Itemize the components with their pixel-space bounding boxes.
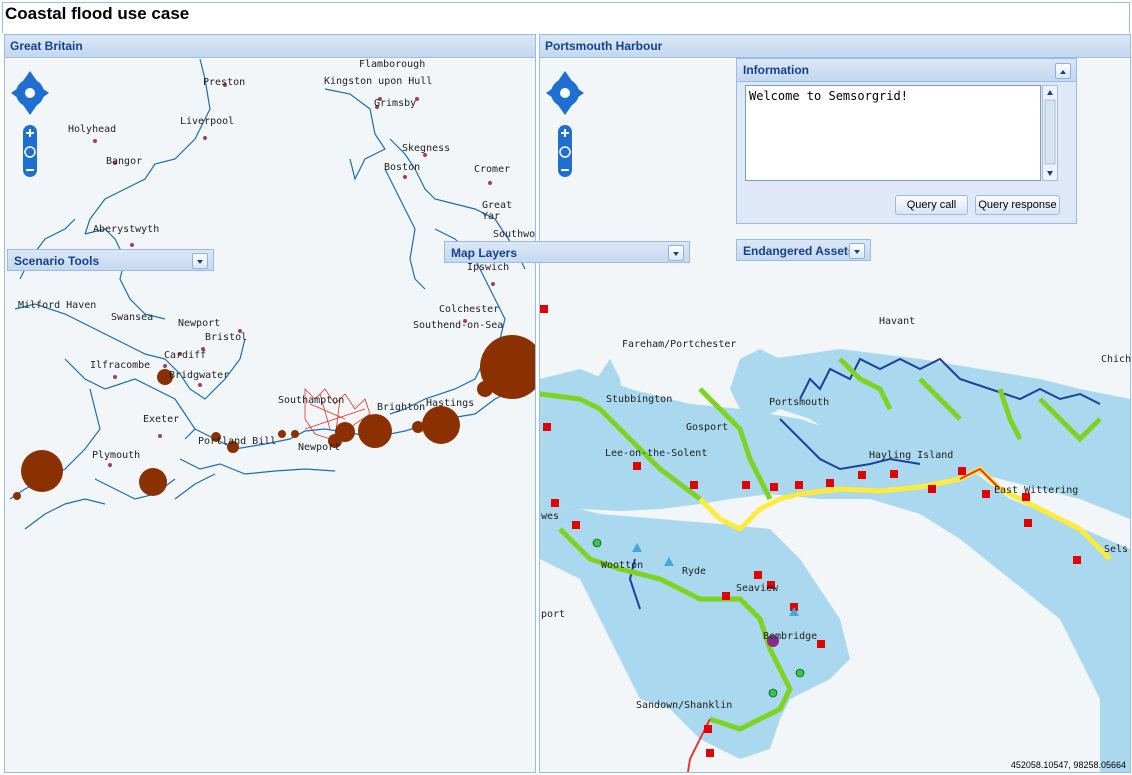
query-response-button[interactable]: Query response [975, 195, 1060, 215]
place-label: Southampton [278, 395, 345, 406]
place-label: Exeter [143, 414, 180, 425]
information-collapse-button[interactable] [1055, 63, 1071, 79]
map-layers-panel[interactable]: Map Layers [444, 241, 690, 263]
scenario-tools-panel[interactable]: Scenario Tools [7, 249, 214, 271]
place-label: Flamborough [359, 59, 426, 70]
portsmouth-harbour-panel-title: Portsmouth Harbour [540, 35, 1130, 58]
endangered-assets-title: Endangered Assets [743, 244, 855, 258]
place-label: Newport [178, 318, 221, 329]
app-title: Coastal flood use case [5, 4, 190, 23]
information-panel-title: Information [737, 59, 1076, 82]
place-label: Southend-on-Sea [413, 320, 504, 331]
place-label: Colchester [439, 304, 500, 315]
place-label: Chich [1101, 354, 1132, 365]
place-label: Cromer [474, 164, 511, 175]
place-label: Lee-on-the-Solent [605, 448, 708, 459]
place-label: Bristol [205, 332, 248, 343]
place-label: Swansea [111, 312, 154, 323]
place-label: Bangor [106, 156, 143, 167]
place-label: Portland Bill [198, 436, 277, 447]
place-label: Aberystwyth [93, 224, 160, 235]
map-layers-expand-button[interactable] [668, 245, 684, 261]
endangered-assets-panel[interactable]: Endangered Assets [736, 239, 871, 261]
place-label: Plymouth [92, 450, 141, 461]
place-label: Sels [1104, 544, 1129, 555]
place-label: Wootton [601, 560, 644, 571]
place-label: Skegness [402, 143, 451, 154]
place-label: Great Yar [482, 200, 513, 222]
chevron-down-icon [854, 250, 860, 254]
place-label: Boston [384, 162, 421, 173]
place-label: Stubbington [606, 394, 673, 405]
place-label: Seaview [736, 583, 779, 594]
place-label: Milford Haven [18, 300, 97, 311]
place-label: Gosport [686, 422, 729, 433]
place-label: Grimsby [374, 98, 417, 109]
scrollbar-arrows-icon [1044, 90, 1056, 176]
place-label: Kingston upon Hull [324, 76, 433, 87]
place-label: Hayling Island [869, 450, 954, 461]
chevron-down-icon [673, 252, 679, 256]
information-panel: Information Welcome to Semsorgrid! Query… [736, 58, 1077, 224]
scenario-tools-expand-button[interactable] [192, 253, 208, 269]
place-label: Ilfracombe [90, 360, 151, 371]
information-textarea[interactable]: Welcome to Semsorgrid! [745, 85, 1041, 181]
place-label: Fareham/Portchester [622, 339, 737, 350]
place-label: Bembridge [763, 631, 818, 642]
place-label: Newport [298, 442, 341, 453]
information-scrollbar[interactable] [1042, 85, 1058, 181]
place-label: Hastings [426, 398, 475, 409]
place-label: Liverpool [180, 116, 235, 127]
great-britain-panel-title: Great Britain [5, 35, 535, 58]
place-label: East Wittering [994, 485, 1079, 496]
chevron-up-icon [1060, 70, 1066, 74]
query-call-button[interactable]: Query call [895, 195, 968, 215]
map-layers-title: Map Layers [451, 246, 518, 260]
scenario-tools-title: Scenario Tools [14, 254, 100, 268]
place-label: Brighton [377, 402, 426, 413]
place-label: Preston [203, 77, 246, 88]
place-label: Bridgwater [169, 370, 230, 381]
chevron-down-icon [197, 260, 203, 264]
endangered-assets-expand-button[interactable] [849, 243, 865, 259]
place-label: Cardiff [164, 350, 207, 361]
place-label: Southwo [493, 229, 536, 240]
place-label: Portsmouth [769, 397, 830, 408]
place-label: Ryde [682, 566, 707, 577]
place-label: wes [541, 511, 560, 522]
great-britain-place-labels: Flamborough Preston Kingston upon Hull G… [4, 58, 536, 771]
place-label: Holyhead [68, 124, 117, 135]
place-label: Havant [879, 316, 916, 327]
place-label: Sandown/Shanklin [636, 700, 733, 711]
place-label: port [541, 609, 566, 620]
